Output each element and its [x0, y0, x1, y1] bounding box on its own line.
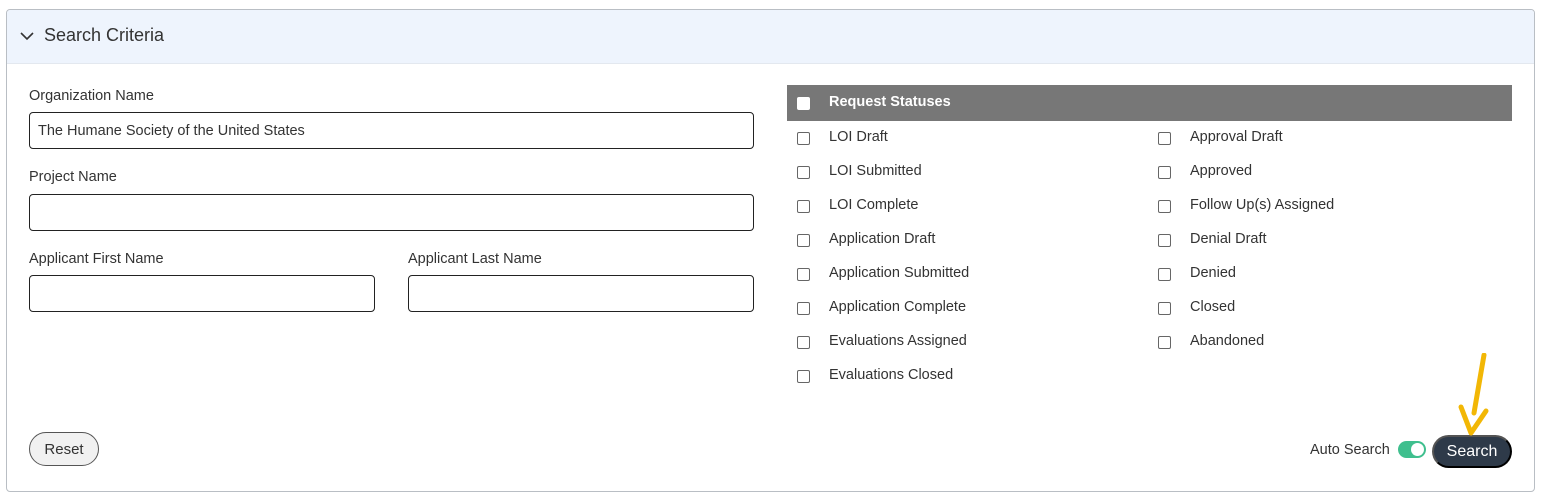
status-label: LOI Complete — [829, 197, 919, 213]
status-checkbox[interactable] — [1158, 234, 1171, 247]
status-checkbox[interactable] — [797, 200, 810, 213]
select-all-statuses-checkbox[interactable] — [797, 97, 810, 110]
status-label: LOI Submitted — [829, 163, 922, 179]
auto-search-toggle[interactable] — [1398, 441, 1426, 458]
auto-search-label: Auto Search — [1310, 442, 1390, 458]
status-checkbox[interactable] — [1158, 166, 1171, 179]
applicant-first-name-input[interactable] — [29, 275, 375, 312]
status-label: Application Complete — [829, 299, 967, 315]
status-label: Evaluations Assigned — [829, 333, 967, 349]
applicant-last-name-label: Applicant Last Name — [408, 251, 542, 267]
request-statuses-title: Request Statuses — [829, 94, 951, 110]
chevron-down-icon[interactable] — [19, 28, 35, 44]
status-label: Approval Draft — [1190, 129, 1283, 145]
project-name-input[interactable] — [29, 194, 754, 231]
status-label: Approved — [1190, 163, 1253, 179]
status-label: Denial Draft — [1190, 231, 1267, 247]
status-label: LOI Draft — [829, 129, 888, 145]
status-checkbox[interactable] — [1158, 336, 1171, 349]
arrow-annotation-icon — [1458, 353, 1489, 436]
reset-button[interactable]: Reset — [29, 432, 99, 466]
status-label: Application Submitted — [829, 265, 970, 281]
status-label: Application Draft — [829, 231, 936, 247]
toggle-knob — [1411, 443, 1424, 456]
status-checkbox[interactable] — [1158, 200, 1171, 213]
request-statuses-header: Request Statuses — [787, 85, 1512, 121]
status-label: Denied — [1190, 265, 1236, 281]
status-checkbox[interactable] — [1158, 132, 1171, 145]
organization-name-input[interactable] — [29, 112, 754, 149]
project-name-label: Project Name — [29, 169, 117, 185]
status-checkbox[interactable] — [797, 234, 810, 247]
search-button[interactable]: Search — [1432, 435, 1512, 468]
status-checkbox[interactable] — [797, 370, 810, 383]
status-checkbox[interactable] — [797, 166, 810, 179]
status-label: Evaluations Closed — [829, 367, 954, 383]
status-checkbox[interactable] — [797, 302, 810, 315]
organization-name-label: Organization Name — [29, 88, 154, 104]
status-label: Closed — [1190, 299, 1236, 315]
status-checkbox[interactable] — [797, 268, 810, 281]
status-checkbox[interactable] — [1158, 268, 1171, 281]
status-label: Abandoned — [1190, 333, 1265, 349]
panel-title: Search Criteria — [44, 25, 165, 45]
status-checkbox[interactable] — [797, 336, 810, 349]
applicant-first-name-label: Applicant First Name — [29, 251, 164, 267]
applicant-last-name-input[interactable] — [408, 275, 754, 312]
search-criteria-panel: Search Criteria Organization Name Projec… — [6, 9, 1535, 492]
status-label: Follow Up(s) Assigned — [1190, 197, 1335, 213]
panel-header[interactable]: Search Criteria — [7, 10, 1534, 64]
status-checkbox[interactable] — [797, 132, 810, 145]
status-checkbox[interactable] — [1158, 302, 1171, 315]
